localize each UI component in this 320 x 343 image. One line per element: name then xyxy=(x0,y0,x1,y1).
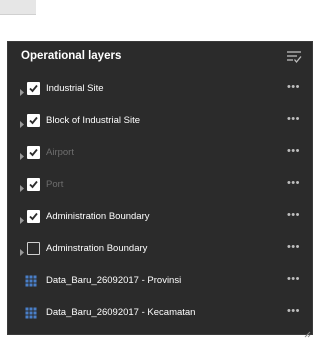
expand-arrow-icon[interactable] xyxy=(19,244,25,256)
expand-arrow-icon[interactable] xyxy=(19,84,25,96)
layer-row-adminstration-boundary[interactable]: Adminstration Boundary ••• xyxy=(8,234,312,264)
expand-arrow-icon[interactable] xyxy=(19,212,25,224)
operational-layers-panel: Operational layers Industrial Site ••• B… xyxy=(7,41,313,338)
panel-title: Operational layers xyxy=(21,50,122,62)
layer-checkbox[interactable] xyxy=(27,178,40,191)
layer-checkbox[interactable] xyxy=(27,210,40,223)
more-options-icon[interactable]: ••• xyxy=(287,209,300,221)
more-options-icon[interactable]: ••• xyxy=(287,273,300,285)
expand-arrow-icon[interactable] xyxy=(19,180,25,192)
layer-checkbox[interactable] xyxy=(27,242,40,255)
more-options-icon[interactable]: ••• xyxy=(287,241,300,253)
layer-checkbox[interactable] xyxy=(27,146,40,159)
more-options-icon[interactable]: ••• xyxy=(287,113,300,125)
resize-handle-icon[interactable] xyxy=(303,325,311,338)
more-options-icon[interactable]: ••• xyxy=(287,81,300,93)
layer-row-port[interactable]: Port ••• xyxy=(8,170,312,200)
expand-arrow-icon[interactable] xyxy=(19,148,25,160)
layer-row-table-provinsi[interactable]: Data_Baru_26092017 - Provinsi ••• xyxy=(8,266,312,296)
top-strip xyxy=(0,0,319,40)
panel-header: Operational layers xyxy=(8,42,312,70)
expand-arrow-icon[interactable] xyxy=(19,116,25,128)
more-options-icon[interactable]: ••• xyxy=(287,145,300,157)
layer-label: Data_Baru_26092017 - Kecamatan xyxy=(46,307,196,318)
layer-label: Port xyxy=(46,179,64,190)
layer-row-administration-boundary[interactable]: Administration Boundary ••• xyxy=(8,202,312,232)
layer-label: Data_Baru_26092017 - Provinsi xyxy=(46,275,182,286)
layer-row-block-of-industrial-site[interactable]: Block of Industrial Site ••• xyxy=(8,106,312,136)
layer-label: Administration Boundary xyxy=(46,211,150,222)
more-options-icon[interactable]: ••• xyxy=(287,305,300,317)
table-icon xyxy=(25,306,37,319)
layer-label: Adminstration Boundary xyxy=(46,243,148,254)
more-options-icon[interactable]: ••• xyxy=(287,177,300,189)
layer-checkbox[interactable] xyxy=(27,82,40,95)
layer-label: Airport xyxy=(46,147,74,158)
layer-checkbox[interactable] xyxy=(27,114,40,127)
layer-label: Industrial Site xyxy=(46,83,104,94)
layer-label: Block of Industrial Site xyxy=(46,115,140,126)
layer-row-airport[interactable]: Airport ••• xyxy=(8,138,312,168)
layer-row-table-kecamatan[interactable]: Data_Baru_26092017 - Kecamatan ••• xyxy=(8,298,312,328)
filter-list-icon[interactable] xyxy=(286,50,302,64)
layer-row-industrial-site[interactable]: Industrial Site ••• xyxy=(8,74,312,104)
table-icon xyxy=(25,274,37,287)
top-tab[interactable] xyxy=(0,0,36,15)
